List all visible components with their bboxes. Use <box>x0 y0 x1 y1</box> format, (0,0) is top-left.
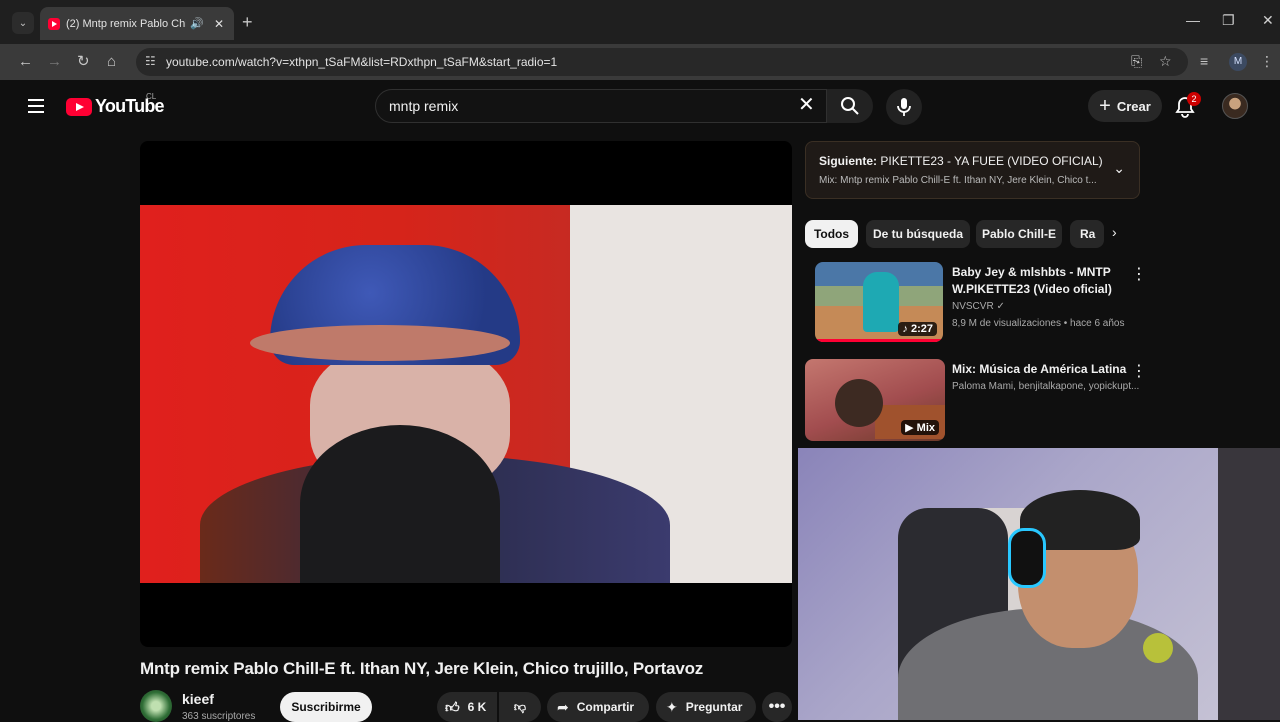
playlist-name: Mix: Mntp remix Pablo Chill-E ft. Ithan … <box>819 175 1097 186</box>
home-icon[interactable]: ⌂ <box>107 53 116 71</box>
subscriber-count: 363 suscriptores <box>182 711 256 722</box>
speaker-icon[interactable]: 🔊 <box>190 17 204 30</box>
address-bar[interactable]: ☷ youtube.com/watch?v=xthpn_tSaFM&list=R… <box>136 48 1188 76</box>
search-button[interactable] <box>827 89 873 123</box>
back-icon[interactable]: ← <box>18 53 33 71</box>
dislike-icon: 👎︎ <box>513 699 527 714</box>
search-icon <box>841 97 859 115</box>
more-actions-button[interactable]: ••• <box>762 692 792 722</box>
ask-label: Preguntar <box>685 700 743 714</box>
tab-title: (2) Mntp remix Pablo Chill-E <box>66 17 186 30</box>
site-info-icon[interactable]: ☷ <box>145 54 156 68</box>
browser-profile-avatar[interactable]: M <box>1229 53 1247 71</box>
install-app-icon[interactable]: ⎘ <box>1131 53 1142 70</box>
youtube-header: YouTube CL mntp remix ✕ + Crear 2 <box>0 80 1280 136</box>
browser-menu-icon[interactable]: ⋮ <box>1260 53 1274 70</box>
more-options-icon[interactable]: ⋮ <box>1131 361 1147 381</box>
share-icon: ➦ <box>557 698 569 715</box>
more-icon: ••• <box>768 698 786 715</box>
url-text: youtube.com/watch?v=xthpn_tSaFM&list=RDx… <box>166 55 558 69</box>
clear-search-icon[interactable]: ✕ <box>798 94 815 116</box>
youtube-play-icon <box>66 97 92 116</box>
chevron-down-icon[interactable]: ⌄ <box>1113 160 1125 177</box>
chip-ra[interactable]: Ra <box>1070 220 1104 248</box>
up-next-title: PIKETTE23 - YA FUEE (VIDEO OFICIAL) <box>880 154 1103 168</box>
more-options-icon[interactable]: ⋮ <box>1131 264 1147 284</box>
video-thumbnail[interactable]: ♪ 2:27 <box>815 262 943 342</box>
up-next-label: Siguiente: <box>819 154 878 168</box>
up-next-panel[interactable]: Siguiente: PIKETTE23 - YA FUEE (VIDEO OF… <box>805 141 1140 199</box>
video-frame <box>140 205 792 583</box>
forward-icon[interactable]: → <box>47 53 62 71</box>
voice-search-button[interactable] <box>886 89 922 125</box>
reload-icon[interactable]: ↻ <box>77 53 90 71</box>
bookmark-star-icon[interactable]: ☆ <box>1159 53 1172 70</box>
sparkle-icon: ✦ <box>666 698 678 715</box>
share-button[interactable]: ➦ Compartir <box>547 692 649 722</box>
filter-chips: Todos De tu búsqueda Pablo Chill-E Ra <box>805 220 1135 248</box>
browser-tab-active[interactable]: (2) Mntp remix Pablo Chill-E 🔊 ✕ <box>40 7 234 40</box>
notification-badge: 2 <box>1187 92 1201 106</box>
recommendation-channel: Paloma Mami, benjitalkapone, yopickupt..… <box>952 381 1140 392</box>
menu-icon[interactable] <box>28 99 44 113</box>
tab-list-button[interactable]: ⌄ <box>12 12 34 34</box>
webcam-overlay <box>798 448 1280 720</box>
browser-toolbar: ← → ↻ ⌂ ☷ youtube.com/watch?v=xthpn_tSaF… <box>0 44 1280 80</box>
channel-avatar[interactable] <box>140 690 172 722</box>
duration-badge: ♪ 2:27 <box>898 322 937 336</box>
search-query: mntp remix <box>389 98 459 114</box>
recommendation-title[interactable]: Mix: Música de América Latina <box>952 361 1127 378</box>
chip-de-tu-busqueda[interactable]: De tu búsqueda <box>866 220 970 248</box>
new-tab-button[interactable]: + <box>242 13 253 31</box>
close-tab-icon[interactable]: ✕ <box>212 17 226 31</box>
search-input[interactable]: mntp remix <box>375 89 827 123</box>
channel-name[interactable]: kieef <box>182 691 214 707</box>
chip-pablo-chill-e[interactable]: Pablo Chill-E <box>976 220 1062 248</box>
ask-button[interactable]: ✦ Preguntar <box>656 692 756 722</box>
video-title: Mntp remix Pablo Chill-E ft. Ithan NY, J… <box>140 659 704 678</box>
list-item[interactable]: ♪ 2:27 Baby Jey & mlshbts - MNTP W.PIKET… <box>805 262 1147 348</box>
recommendation-meta: 8,9 M de visualizaciones • hace 6 años <box>952 318 1125 329</box>
up-next-line: Siguiente: PIKETTE23 - YA FUEE (VIDEO OF… <box>819 154 1103 168</box>
maximize-icon[interactable]: ❐ <box>1222 12 1235 29</box>
like-button[interactable]: 👍︎ 6 K <box>437 692 497 722</box>
user-avatar[interactable] <box>1222 93 1248 119</box>
recommendation-title[interactable]: Baby Jey & mlshbts - MNTP W.PIKETTE23 (V… <box>952 264 1127 298</box>
recommendation-channel: NVSCVR ✓ <box>952 301 1005 312</box>
plus-icon: + <box>1099 95 1111 117</box>
mix-badge: ▶ Mix <box>901 420 939 435</box>
list-item[interactable]: ▶ Mix Mix: Música de América Latina Palo… <box>805 359 1147 445</box>
mix-thumbnail[interactable]: ▶ Mix <box>805 359 945 441</box>
youtube-logo[interactable]: YouTube CL <box>66 92 165 117</box>
country-code: CL <box>146 92 157 101</box>
chevron-right-icon[interactable]: › <box>1112 224 1117 240</box>
create-button[interactable]: + Crear <box>1088 90 1162 122</box>
subscribe-button[interactable]: Suscribirme <box>280 692 372 722</box>
minimize-icon[interactable]: — <box>1186 12 1200 28</box>
watch-progress <box>815 339 943 342</box>
create-label: Crear <box>1116 98 1151 114</box>
window-close-icon[interactable]: ✕ <box>1262 12 1274 29</box>
youtube-favicon-icon <box>48 17 60 30</box>
like-icon: 👍︎ <box>445 698 460 715</box>
media-control-icon[interactable]: ≡ <box>1200 53 1208 69</box>
browser-tab-bar: ⌄ (2) Mntp remix Pablo Chill-E 🔊 ✕ + — ❐… <box>0 0 1280 44</box>
dislike-button[interactable]: 👎︎ <box>499 692 541 722</box>
like-count: 6 K <box>467 700 487 714</box>
mic-icon <box>897 98 911 116</box>
chip-todos[interactable]: Todos <box>805 220 858 248</box>
video-player[interactable] <box>140 141 792 647</box>
share-label: Compartir <box>576 700 635 714</box>
